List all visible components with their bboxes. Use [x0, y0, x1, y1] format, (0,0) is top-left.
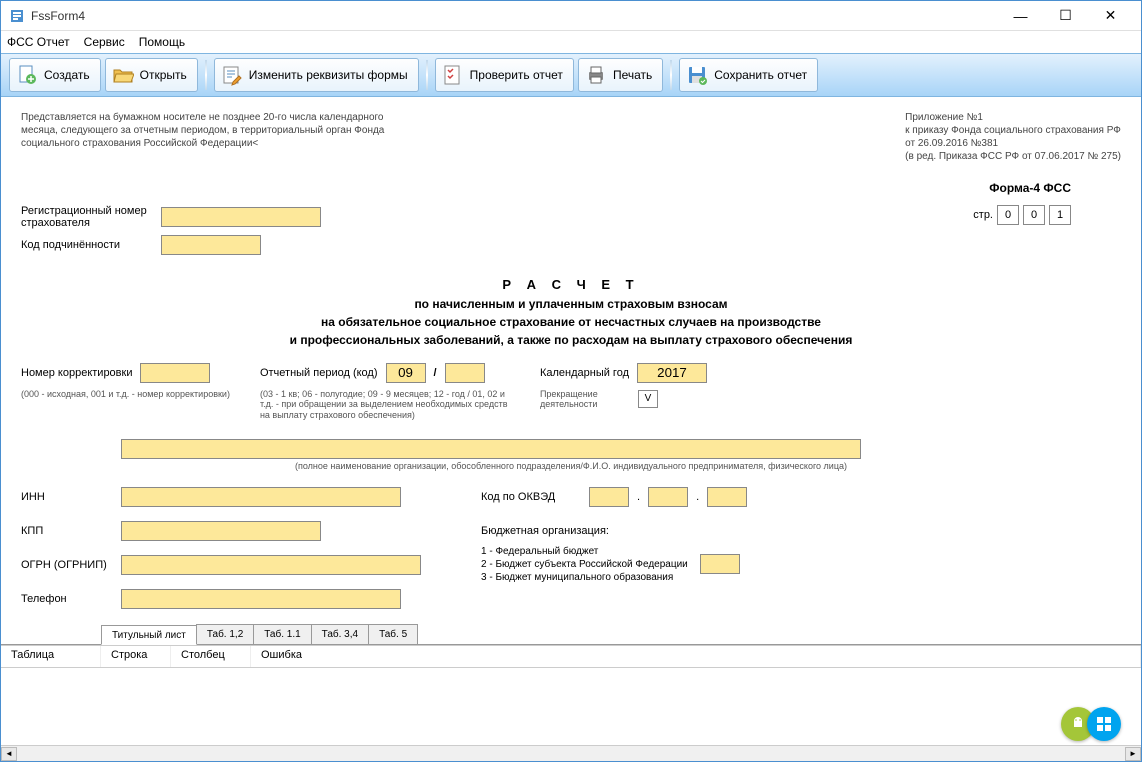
toolbar-divider [205, 60, 207, 90]
budget-input[interactable] [700, 554, 740, 574]
period-b-input[interactable] [445, 363, 485, 383]
check-label: Проверить отчет [470, 68, 563, 82]
print-label: Печать [613, 68, 652, 82]
form-badge: Форма-4 ФСС [21, 181, 1121, 195]
kpp-input[interactable] [121, 521, 321, 541]
menu-service[interactable]: Сервис [84, 35, 125, 49]
folder-open-icon [112, 64, 134, 86]
edit-props-label: Изменить реквизиты формы [249, 68, 408, 82]
sheet-tabs: Титульный лист Таб. 1,2 Таб. 1.1 Таб. 3,… [1, 623, 1141, 645]
tab-5[interactable]: Таб. 5 [368, 624, 418, 644]
close-button[interactable]: ✕ [1088, 2, 1133, 30]
note-left: Представляется на бумажном носителе не п… [21, 111, 421, 163]
form-area: Представляется на бумажном носителе не п… [1, 97, 1141, 623]
create-button[interactable]: Создать [9, 58, 101, 92]
stop-label: Прекращение деятельности [540, 389, 630, 411]
new-file-icon [16, 64, 38, 86]
scroll-left-arrow[interactable]: ◄ [1, 747, 17, 761]
errors-col-col[interactable]: Столбец [171, 646, 251, 667]
edit-icon [221, 64, 243, 86]
corr-num-input[interactable] [140, 363, 210, 383]
tab-title-sheet[interactable]: Титульный лист [101, 625, 197, 645]
menu-help[interactable]: Помощь [139, 35, 185, 49]
window-controls: — ☐ ✕ [998, 2, 1133, 30]
content-area: Представляется на бумажном носителе не п… [1, 97, 1141, 761]
errors-col-row[interactable]: Строка [101, 646, 171, 667]
print-button[interactable]: Печать [578, 58, 663, 92]
year-input[interactable] [637, 363, 707, 383]
reg-num-label: Регистрационный номер страхователя [21, 205, 161, 229]
toolbar-divider [426, 60, 428, 90]
save-icon [686, 64, 708, 86]
period-a-input[interactable] [386, 363, 426, 383]
errors-header: Таблица Строка Столбец Ошибка [1, 646, 1141, 668]
page-cell-3: 1 [1049, 205, 1071, 225]
save-label: Сохранить отчет [714, 68, 807, 82]
phone-input[interactable] [121, 589, 401, 609]
edit-props-button[interactable]: Изменить реквизиты формы [214, 58, 419, 92]
toolbar-divider [670, 60, 672, 90]
budget-items: 1 - Федеральный бюджет 2 - Бюджет субъек… [481, 545, 688, 584]
note-right: Приложение №1 к приказу Фонда социальног… [905, 111, 1121, 163]
inn-label: ИНН [21, 491, 121, 503]
period-row: Номер корректировки (000 - исходная, 001… [21, 363, 1121, 421]
kpp-label: КПП [21, 525, 121, 537]
okved-label: Код по ОКВЭД [481, 491, 581, 503]
page-cell-2: 0 [1023, 205, 1045, 225]
titlebar-title: FssForm4 [31, 9, 998, 23]
period-hint: (03 - 1 кв; 06 - полугодие; 09 - 9 месяц… [260, 389, 510, 421]
printer-icon [585, 64, 607, 86]
ogrn-label: ОГРН (ОГРНИП) [21, 559, 121, 571]
page-number: стр. 0 0 1 [973, 205, 1071, 225]
titlebar: FssForm4 — ☐ ✕ [1, 1, 1141, 31]
page-cell-1: 0 [997, 205, 1019, 225]
corr-num-label: Номер корректировки [21, 367, 132, 379]
sub-code-input[interactable] [161, 235, 261, 255]
scroll-right-arrow[interactable]: ► [1125, 747, 1141, 761]
checklist-icon [442, 64, 464, 86]
ogrn-input[interactable] [121, 555, 421, 575]
period-label: Отчетный период (код) [260, 367, 378, 379]
minimize-button[interactable]: — [998, 2, 1043, 30]
okved-2-input[interactable] [648, 487, 688, 507]
check-button[interactable]: Проверить отчет [435, 58, 574, 92]
budget-label: Бюджетная организация: [481, 525, 747, 537]
app-icon [9, 8, 25, 24]
os-logos [1061, 707, 1121, 741]
errors-col-error[interactable]: Ошибка [251, 646, 1141, 667]
menubar: ФСС Отчет Сервис Помощь [1, 31, 1141, 53]
fullname-hint: (полное наименование организации, обособ… [21, 461, 1121, 471]
open-label: Открыть [140, 68, 187, 82]
errors-col-table[interactable]: Таблица [1, 646, 101, 667]
document-title: Р А С Ч Е Т по начисленным и уплаченным … [21, 275, 1121, 349]
okved-1-input[interactable] [589, 487, 629, 507]
fullname-input[interactable] [121, 439, 861, 459]
phone-label: Телефон [21, 593, 121, 605]
save-button[interactable]: Сохранить отчет [679, 58, 818, 92]
inn-input[interactable] [121, 487, 401, 507]
stop-flag-box[interactable]: V [638, 390, 658, 408]
maximize-button[interactable]: ☐ [1043, 2, 1088, 30]
create-label: Создать [44, 68, 90, 82]
tab-1-2[interactable]: Таб. 1,2 [196, 624, 254, 644]
okved-3-input[interactable] [707, 487, 747, 507]
menu-report[interactable]: ФСС Отчет [7, 35, 70, 49]
app-window: FssForm4 — ☐ ✕ ФСС Отчет Сервис Помощь С… [0, 0, 1142, 762]
tab-3-4[interactable]: Таб. 3,4 [311, 624, 369, 644]
year-label: Календарный год [540, 367, 629, 379]
errors-panel: Таблица Строка Столбец Ошибка [1, 645, 1141, 745]
toolbar: Создать Открыть Изменить реквизиты формы… [1, 53, 1141, 97]
sub-code-label: Код подчинённости [21, 239, 161, 251]
open-button[interactable]: Открыть [105, 58, 198, 92]
corr-hint: (000 - исходная, 001 и т.д. - номер корр… [21, 389, 230, 400]
header-notes: Представляется на бумажном носителе не п… [21, 111, 1121, 163]
page-label: стр. [973, 209, 993, 221]
tab-1-1[interactable]: Таб. 1.1 [253, 624, 311, 644]
reg-num-input[interactable] [161, 207, 321, 227]
windows-icon [1087, 707, 1121, 741]
details-columns: ИНН КПП ОГРН (ОГРНИП) Телефон Код по ОКВ… [21, 487, 1121, 615]
horizontal-scrollbar[interactable]: ◄ ► [1, 745, 1141, 761]
